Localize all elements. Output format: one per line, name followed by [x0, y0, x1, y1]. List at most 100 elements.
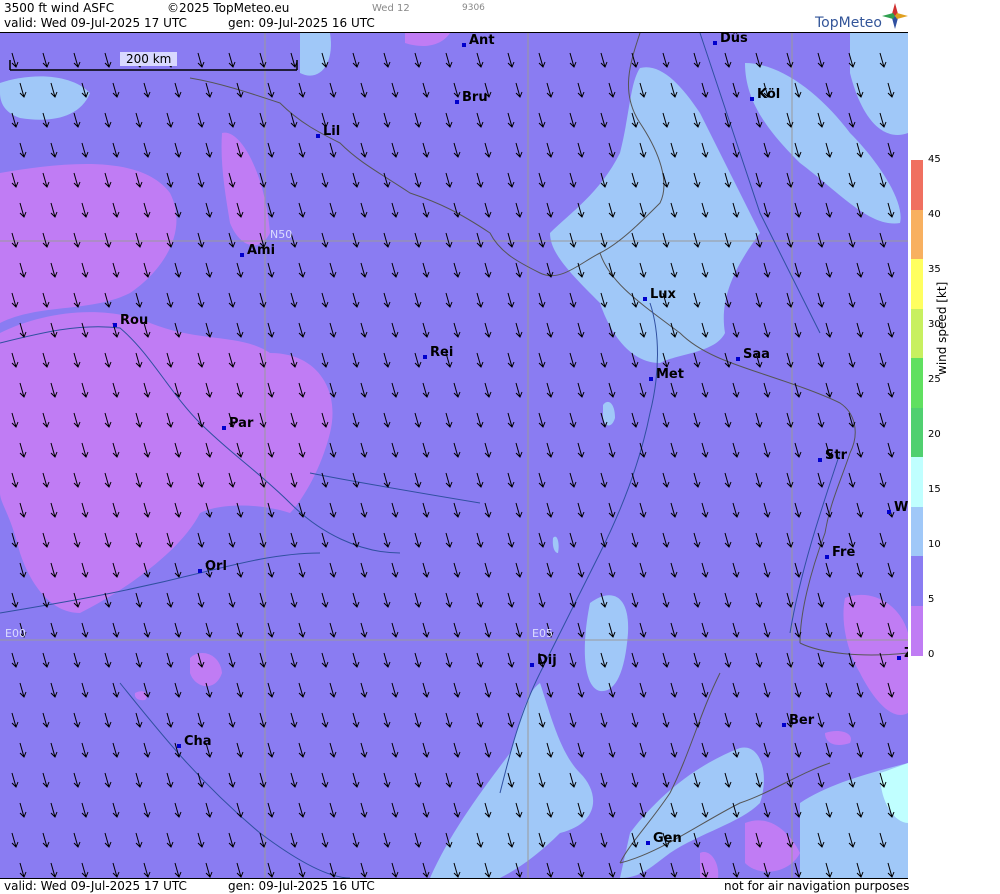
wind-arrow — [414, 472, 422, 488]
wind-arrow — [476, 532, 484, 548]
wind-arrow — [600, 712, 608, 728]
wind-arrow — [631, 652, 639, 668]
wind-arrow — [11, 52, 19, 68]
wind-arrow — [600, 772, 608, 788]
city-luxembourg[interactable]: Lux — [643, 287, 676, 302]
wind-arrow — [298, 562, 306, 578]
wind-arrow — [329, 382, 337, 398]
city-rouen[interactable]: Rou — [113, 313, 148, 328]
city-koln[interactable]: Köl — [750, 87, 780, 102]
wind-arrow — [414, 592, 422, 608]
wind-arrow — [352, 232, 360, 248]
wind-arrow — [267, 862, 275, 878]
city-geneva[interactable]: Gen — [646, 831, 682, 846]
city-reims[interactable]: Rei — [423, 345, 453, 360]
city-amiens[interactable]: Ami — [240, 243, 275, 258]
city-saarbrucken[interactable]: Saa — [736, 347, 770, 362]
wind-arrow — [484, 562, 492, 578]
wind-arrow — [422, 202, 430, 218]
legend-segment — [911, 407, 923, 458]
wind-arrow — [11, 832, 19, 848]
map-footer: valid: Wed 09-Jul-2025 17 UTC gen: 09-Ju… — [0, 878, 909, 894]
wind-arrow — [290, 592, 298, 608]
footer-valid-time: valid: Wed 09-Jul-2025 17 UTC — [4, 879, 187, 893]
wind-arrow — [197, 712, 205, 728]
wind-arrow — [391, 262, 399, 278]
wind-arrow — [848, 472, 856, 488]
wind-arrow — [887, 382, 895, 398]
wind-arrow — [670, 442, 678, 458]
wind-arrow — [546, 262, 554, 278]
city-orleans[interactable]: Orl — [198, 559, 227, 574]
wind-arrow — [724, 292, 732, 308]
wind-arrow — [414, 352, 422, 368]
wind-arrow — [600, 832, 608, 848]
city-partial-w[interactable]: W — [887, 500, 908, 515]
city-chateauroux[interactable]: Cha — [177, 734, 212, 749]
wind-map[interactable]: 200 km N50 E00 E05 Ant Düs Bru Köl Lil A… — [0, 33, 908, 878]
logo-text: TopMeteo — [815, 15, 882, 31]
wind-arrow — [422, 82, 430, 98]
wind-arrow — [414, 172, 422, 188]
wind-arrow — [228, 52, 236, 68]
city-bern[interactable]: Ber — [782, 713, 814, 728]
wind-arrow — [476, 52, 484, 68]
wind-arrow — [670, 382, 678, 398]
wind-arrow — [662, 712, 670, 728]
wind-arrow — [515, 82, 523, 98]
wind-arrow — [321, 592, 329, 608]
city-brussels[interactable]: Bru — [455, 90, 488, 105]
wind-arrow — [732, 142, 740, 158]
wind-arrow — [422, 862, 430, 878]
wind-arrow — [825, 622, 833, 638]
wind-arrow — [453, 262, 461, 278]
wind-arrow — [476, 652, 484, 668]
wind-arrow — [825, 322, 833, 338]
city-antwerp[interactable]: Ant — [462, 33, 495, 48]
wind-arrow — [817, 292, 825, 308]
wind-arrow — [298, 82, 306, 98]
wind-arrow — [383, 712, 391, 728]
legend-tick: 10 — [928, 539, 941, 550]
wind-arrow — [569, 592, 577, 608]
wind-arrow — [321, 652, 329, 668]
city-strasbourg[interactable]: Str — [818, 448, 847, 463]
wind-arrow — [143, 742, 151, 758]
wind-arrow — [422, 502, 430, 518]
wind-arrow — [755, 232, 763, 248]
wind-arrow — [205, 622, 213, 638]
wind-arrow — [631, 592, 639, 608]
wind-arrow — [879, 232, 887, 248]
wind-arrow — [546, 442, 554, 458]
wind-arrow — [484, 382, 492, 398]
wind-arrow — [422, 442, 430, 458]
wind-arrow — [453, 382, 461, 398]
wind-arrow — [608, 382, 616, 398]
wind-arrow — [298, 682, 306, 698]
copyright-text: ©2025 TopMeteo.eu — [167, 1, 290, 15]
city-partial-z[interactable]: Z — [897, 646, 908, 661]
city-dusseldorf[interactable]: Düs — [713, 33, 748, 46]
wind-arrow — [290, 832, 298, 848]
wind-arrow — [848, 232, 856, 248]
city-freiburg[interactable]: Fre — [825, 545, 855, 560]
wind-arrow — [42, 712, 50, 728]
wind-arrow — [197, 832, 205, 848]
city-dijon[interactable]: Dij — [530, 653, 557, 668]
wind-arrow — [11, 712, 19, 728]
wind-arrow — [391, 442, 399, 458]
city-lille[interactable]: Lil — [316, 124, 340, 139]
wind-arrow — [763, 262, 771, 278]
wind-arrow — [817, 352, 825, 368]
wind-arrow — [817, 232, 825, 248]
day-tab[interactable]: Wed 12 — [372, 3, 410, 14]
city-paris[interactable]: Par — [222, 416, 253, 431]
legend-tick: 35 — [928, 264, 941, 275]
wind-arrow — [321, 352, 329, 368]
wind-arrow — [174, 562, 182, 578]
wind-arrow — [321, 472, 329, 488]
wind-arrow — [236, 682, 244, 698]
gen-time: gen: 09-Jul-2025 16 UTC — [228, 16, 375, 30]
wind-arrow — [879, 352, 887, 368]
city-metz[interactable]: Met — [649, 367, 684, 382]
